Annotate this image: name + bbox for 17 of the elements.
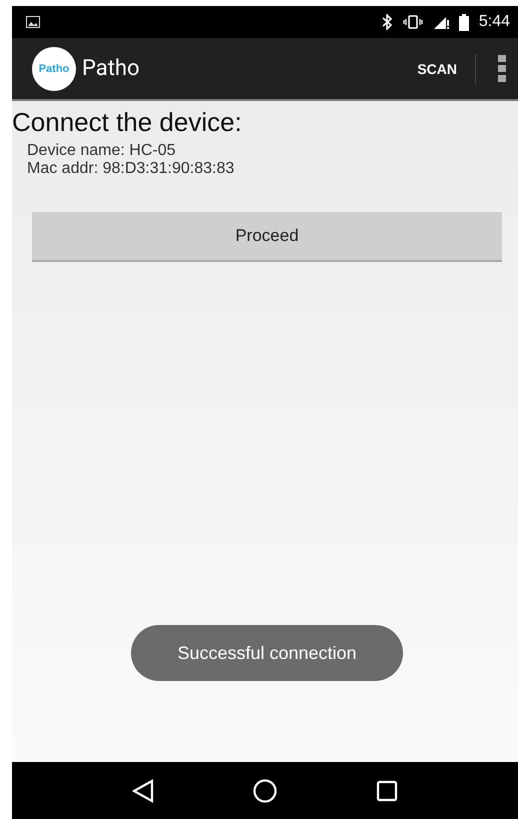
bluetooth-icon: [380, 14, 393, 30]
image-icon: [26, 16, 40, 28]
clock: 5:44: [478, 13, 510, 31]
toast-message: Successful connection: [131, 625, 403, 681]
device-info: Device name: HC-05: [27, 142, 176, 160]
vibrate-icon: [402, 15, 423, 29]
device-info: Mac addr: 98:D3:31:90:83:83: [27, 160, 234, 178]
recents-icon[interactable]: [376, 780, 398, 802]
scan-button[interactable]: SCAN: [411, 54, 463, 82]
home-icon[interactable]: [252, 778, 277, 802]
back-icon[interactable]: [132, 778, 154, 802]
overflow-menu-icon[interactable]: [498, 54, 506, 82]
page-heading: Connect the device:: [12, 107, 243, 138]
battery-icon: [458, 14, 469, 30]
app-title: Patho: [82, 56, 140, 81]
app-logo: Patho: [32, 46, 76, 90]
proceed-button[interactable]: Proceed: [32, 212, 502, 262]
